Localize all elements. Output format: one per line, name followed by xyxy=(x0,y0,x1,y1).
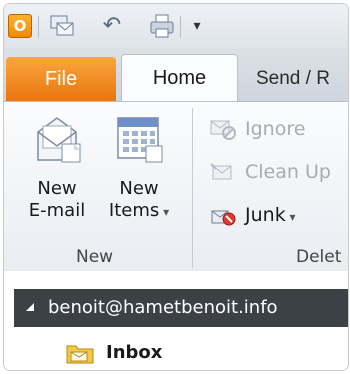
print-icon[interactable] xyxy=(149,13,175,39)
undo-icon[interactable]: ↶ xyxy=(99,13,125,39)
group-label-new: New xyxy=(76,247,114,267)
group-separator xyxy=(192,108,193,268)
clean-up-icon xyxy=(209,160,237,184)
tab-home[interactable]: Home xyxy=(121,54,238,103)
tab-file[interactable]: File xyxy=(6,57,116,101)
send-receive-icon[interactable] xyxy=(49,13,75,39)
junk-icon xyxy=(209,203,237,227)
new-items-label-line2: Items xyxy=(104,200,174,223)
collapse-triangle-icon[interactable] xyxy=(26,303,34,311)
ignore-label: Ignore xyxy=(245,118,306,140)
ribbon-home: New E-mail New Items New xyxy=(4,101,348,272)
new-email-button[interactable]: New E-mail xyxy=(22,112,92,232)
quick-access-toolbar: O ↶ ▾ xyxy=(4,4,348,48)
account-name: benoit@hametbenoit.info xyxy=(48,297,278,318)
group-label-delete: Delet xyxy=(296,247,342,267)
customize-toolbar-icon[interactable]: ▾ xyxy=(189,13,205,39)
new-items-label-line1: New xyxy=(119,178,159,199)
folder-inbox[interactable]: Inbox xyxy=(66,339,186,367)
outlook-icon[interactable]: O xyxy=(8,14,32,38)
ribbon-tabs: File Home Send / R xyxy=(4,48,348,103)
junk-button[interactable]: Junk xyxy=(209,200,348,230)
new-email-label-line2: E-mail xyxy=(28,200,86,221)
ignore-button[interactable]: Ignore xyxy=(209,114,348,144)
inbox-label: Inbox xyxy=(106,342,163,363)
outlook-window: O ↶ ▾ File Home Send / R New E-mail New … xyxy=(4,4,348,370)
ignore-icon xyxy=(209,117,237,141)
account-header[interactable]: benoit@hametbenoit.info xyxy=(14,289,348,327)
toolbar-separator xyxy=(180,16,181,38)
navigation-pane: benoit@hametbenoit.info Inbox xyxy=(4,271,348,370)
clean-up-label: Clean Up xyxy=(245,161,331,183)
new-items-button[interactable]: New Items xyxy=(104,112,174,232)
new-email-label-line1: New xyxy=(37,178,77,199)
inbox-folder-icon xyxy=(66,342,94,364)
clean-up-button[interactable]: Clean Up xyxy=(209,157,348,187)
new-email-icon xyxy=(32,112,82,164)
new-items-icon xyxy=(114,112,164,164)
tab-send-receive[interactable]: Send / R xyxy=(256,57,330,101)
toolbar-separator xyxy=(38,16,39,38)
junk-label: Junk xyxy=(245,200,296,232)
